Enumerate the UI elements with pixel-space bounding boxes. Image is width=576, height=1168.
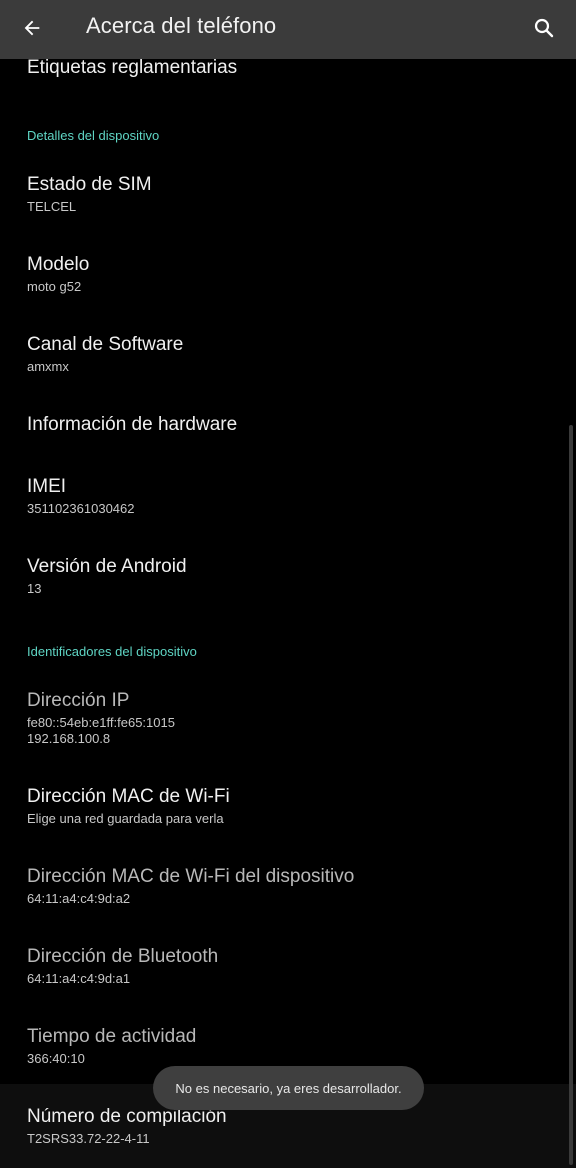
item-subtitle: 64:11:a4:c4:9d:a2 <box>27 891 131 906</box>
android-version-item[interactable]: Versión de Android 13 <box>27 555 547 597</box>
item-subtitle: 351102361030462 <box>27 501 135 516</box>
item-subtitle: 366:40:10 <box>27 1051 85 1066</box>
imei-item[interactable]: IMEI 351102361030462 <box>27 475 547 517</box>
item-subtitle-line1: fe80::54eb:e1ff:fe65:1015 <box>27 715 175 730</box>
item-subtitle: amxmx <box>27 359 69 374</box>
item-title: Dirección MAC de Wi-Fi <box>27 786 230 807</box>
item-title: Etiquetas reglamentarias <box>27 57 238 78</box>
uptime-item: Tiempo de actividad 366:40:10 <box>27 1025 547 1067</box>
build-number-item[interactable]: Número de compilación T2SRS33.72-22-4-11 <box>27 1105 547 1147</box>
scrollbar[interactable] <box>569 425 573 1165</box>
bluetooth-address-item: Dirección de Bluetooth 64:11:a4:c4:9d:a1 <box>27 945 547 987</box>
item-subtitle: 64:11:a4:c4:9d:a1 <box>27 971 131 986</box>
item-subtitle-line2: 192.168.100.8 <box>27 731 111 746</box>
about-phone-screen: Acerca del teléfono Etiquetas reglamenta… <box>0 0 576 1168</box>
software-channel-item[interactable]: Canal de Software amxmx <box>27 333 547 375</box>
wifi-mac-item[interactable]: Dirección MAC de Wi-Fi Elige una red gua… <box>27 785 547 827</box>
item-title: Modelo <box>27 254 90 275</box>
section-header-device-identifiers: Identificadores del dispositivo <box>27 644 197 659</box>
item-subtitle: TELCEL <box>27 199 77 214</box>
item-subtitle: Elige una red guardada para verla <box>27 811 224 826</box>
item-title: Dirección MAC de Wi-Fi del dispositivo <box>27 866 355 887</box>
item-title: Dirección de Bluetooth <box>27 946 219 967</box>
item-title: Versión de Android <box>27 556 187 577</box>
settings-list: Etiquetas reglamentarias Detalles del di… <box>0 56 576 1168</box>
regulatory-labels-item[interactable]: Etiquetas reglamentarias <box>27 56 547 80</box>
ip-address-item: Dirección IP fe80::54eb:e1ff:fe65:1015 1… <box>27 689 547 747</box>
search-button[interactable] <box>524 8 564 48</box>
device-wifi-mac-item: Dirección MAC de Wi-Fi del dispositivo 6… <box>27 865 547 907</box>
toast-message: No es necesario, ya eres desarrollador. <box>153 1066 424 1110</box>
app-bar: Acerca del teléfono <box>0 0 576 59</box>
page-title: Acerca del teléfono <box>86 13 277 38</box>
back-button[interactable] <box>12 8 52 48</box>
search-icon <box>534 18 554 38</box>
item-subtitle: 13 <box>27 581 42 596</box>
item-title: Estado de SIM <box>27 174 152 195</box>
item-title: Información de hardware <box>27 414 238 435</box>
item-subtitle: T2SRS33.72-22-4-11 <box>27 1131 150 1146</box>
item-subtitle: moto g52 <box>27 279 82 294</box>
item-title: Tiempo de actividad <box>27 1026 197 1047</box>
model-item[interactable]: Modelo moto g52 <box>27 253 547 295</box>
item-title: Dirección IP <box>27 690 130 711</box>
item-title: Canal de Software <box>27 334 184 355</box>
sim-status-item[interactable]: Estado de SIM TELCEL <box>27 173 547 215</box>
item-title: IMEI <box>27 476 67 497</box>
arrow-left-icon <box>24 20 40 36</box>
hardware-info-item[interactable]: Información de hardware <box>27 413 547 437</box>
section-header-device-details: Detalles del dispositivo <box>27 128 160 143</box>
